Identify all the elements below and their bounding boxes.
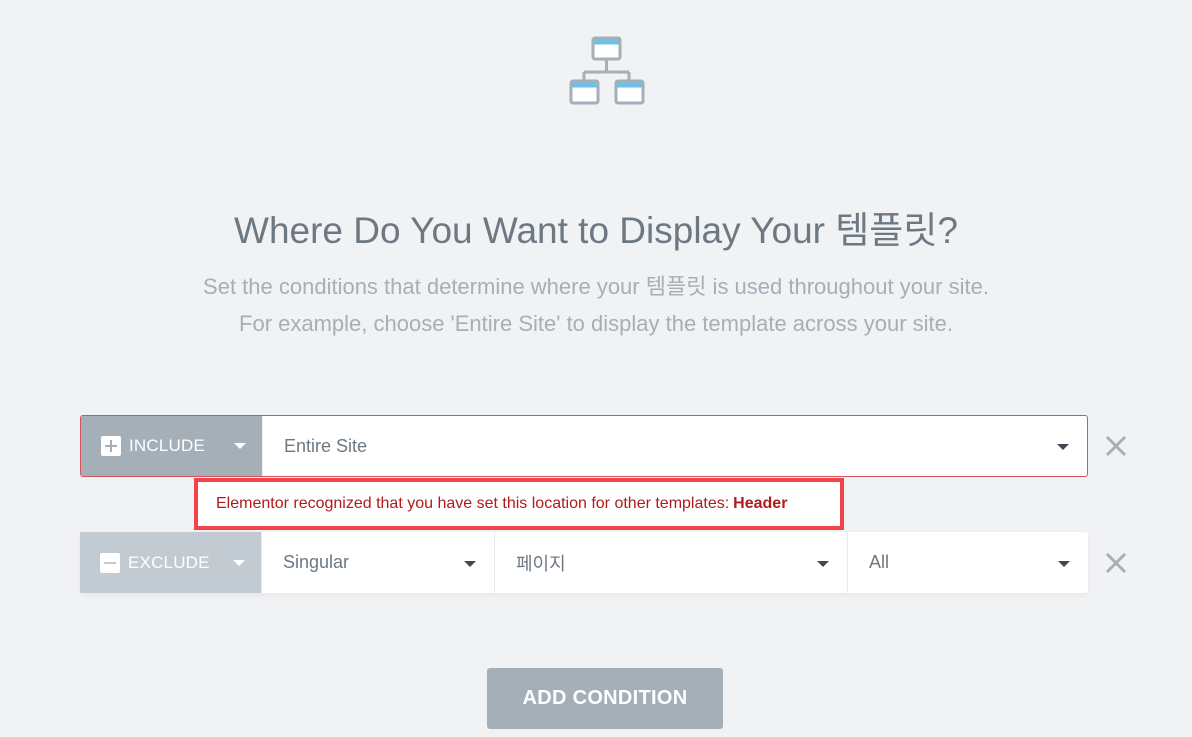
sitemap-icon [567, 35, 647, 107]
condition-type-select-exclude[interactable]: EXCLUDE [80, 532, 261, 593]
condition-name-select[interactable]: Entire Site [262, 416, 1087, 476]
chevron-down-icon [233, 559, 245, 566]
chevron-down-icon [817, 560, 829, 567]
close-icon [1105, 435, 1127, 457]
select-value: Singular [283, 552, 350, 572]
minus-icon [100, 552, 120, 573]
select-value: All [869, 552, 890, 572]
conflicting-template-name: Header [733, 495, 788, 512]
condition-type-select-include[interactable]: INCLUDE [81, 416, 262, 476]
conflict-warning: Elementor recognized that you have set t… [194, 478, 844, 530]
page-subtitle: Set the conditions that determine where … [0, 268, 1192, 342]
warning-message: Elementor recognized that you have set t… [216, 495, 730, 512]
remove-condition-button[interactable] [1104, 434, 1128, 458]
condition-type-label: INCLUDE [129, 436, 206, 455]
condition-sub-name-select[interactable]: 페이지 [494, 532, 847, 593]
chevron-down-icon [1057, 444, 1069, 450]
close-icon [1105, 552, 1127, 574]
remove-condition-button[interactable] [1104, 551, 1128, 575]
condition-name-select[interactable]: Singular [261, 532, 494, 593]
condition-row-exclude: EXCLUDE Singular 페이지 All [80, 532, 1088, 593]
plus-icon [101, 436, 121, 456]
chevron-down-icon [1058, 560, 1070, 567]
select-value: 페이지 [516, 553, 566, 574]
condition-sub-id-select[interactable]: All [847, 532, 1088, 593]
condition-row-include: INCLUDE Entire Site [80, 415, 1088, 477]
subtitle-line-1: Set the conditions that determine where … [203, 274, 989, 299]
subtitle-line-2: For example, choose 'Entire Site' to dis… [239, 311, 953, 336]
condition-type-label: EXCLUDE [128, 552, 210, 572]
page-title: Where Do You Want to Display Your 템플릿? [234, 210, 958, 251]
add-condition-button[interactable]: ADD CONDITION [487, 668, 723, 729]
select-value: Entire Site [284, 435, 368, 456]
chevron-down-icon [464, 560, 476, 567]
chevron-down-icon [234, 443, 246, 449]
